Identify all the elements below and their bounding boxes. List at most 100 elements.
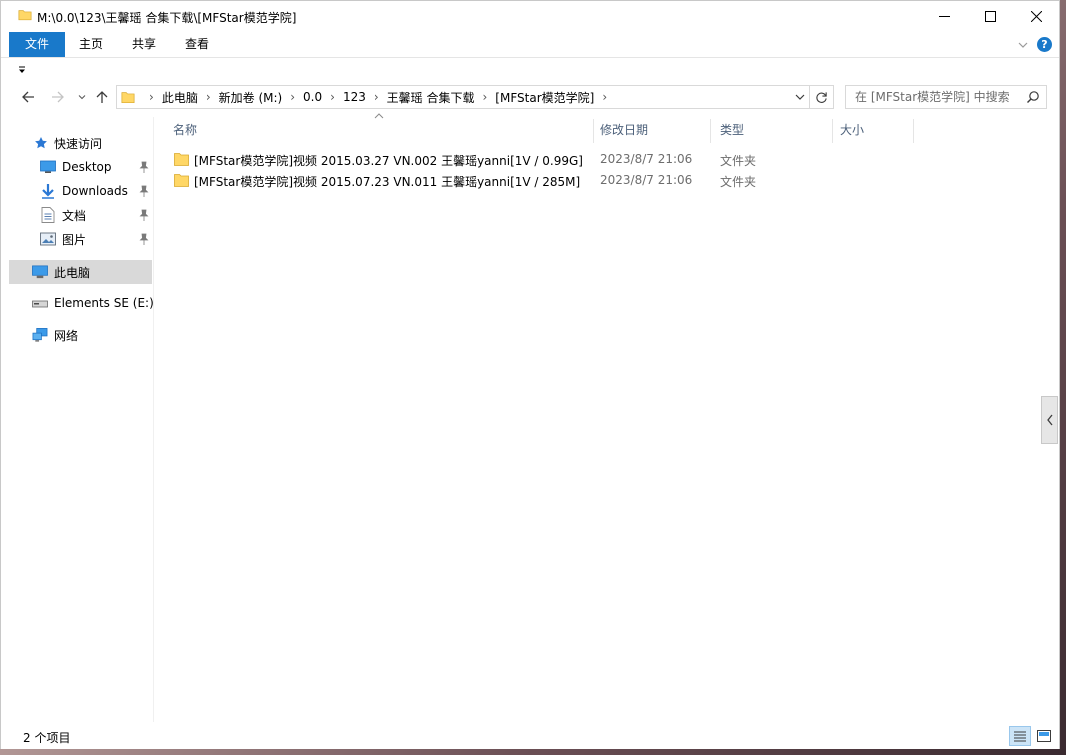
file-list: 名称 修改日期 类型 大小 [MFStar模范学院]视频 2015.03.27 … <box>155 111 1059 723</box>
file-type: 文件夹 <box>720 175 757 189</box>
folder-icon <box>121 92 135 104</box>
desktop-icon <box>40 159 56 175</box>
search-icon[interactable] <box>1026 90 1040 104</box>
details-view-button[interactable] <box>1009 726 1031 746</box>
star-icon <box>33 135 49 151</box>
close-button[interactable] <box>1013 1 1059 32</box>
maximize-button[interactable] <box>967 1 1013 32</box>
search-box[interactable] <box>845 85 1047 109</box>
help-button[interactable]: ? <box>1037 37 1052 52</box>
breadcrumb-separator[interactable]: › <box>198 90 219 104</box>
sidebar-item-drive[interactable]: Elements SE (E:) <box>9 291 154 315</box>
breadcrumb-separator[interactable]: › <box>322 90 343 104</box>
network-icon <box>32 327 48 343</box>
breadcrumb-folder-123[interactable]: 123 <box>343 90 366 104</box>
pin-icon[interactable] <box>139 161 149 173</box>
sidebar-item-documents[interactable]: 文档 <box>9 203 152 227</box>
column-header-date[interactable]: 修改日期 <box>591 119 711 143</box>
pictures-icon <box>40 231 56 247</box>
search-input[interactable] <box>855 86 1025 108</box>
navigation-pane: 快速访问 Desktop Downloads 文档 图片 此电脑 Element… <box>1 117 154 722</box>
navigation-bar: › 此电脑 › 新加卷 (M:) › 0.0 › 123 › 王馨瑶 合集下载 … <box>1 83 1059 111</box>
breadcrumb: › 此电脑 › 新加卷 (M:) › 0.0 › 123 › 王馨瑶 合集下载 … <box>141 86 615 108</box>
sidebar-item-label: 图片 <box>62 232 87 247</box>
breadcrumb-separator[interactable]: › <box>366 90 387 104</box>
breadcrumb-separator[interactable]: › <box>474 90 495 104</box>
file-date: 2023/8/7 21:06 <box>600 173 693 187</box>
sidebar-item-label: 快速访问 <box>54 136 103 151</box>
large-icons-view-button[interactable] <box>1033 726 1055 746</box>
address-bar[interactable]: › 此电脑 › 新加卷 (M:) › 0.0 › 123 › 王馨瑶 合集下载 … <box>116 85 834 109</box>
minimize-button[interactable] <box>921 1 967 32</box>
arrow-up-icon <box>96 91 108 103</box>
chevron-down-icon[interactable] <box>793 90 807 104</box>
file-name: [MFStar模范学院]视频 2015.03.27 VN.002 王馨瑶yann… <box>194 154 583 168</box>
downloads-icon <box>40 183 56 199</box>
breadcrumb-separator[interactable]: › <box>282 90 303 104</box>
minimize-icon <box>938 16 950 17</box>
breadcrumb-folder-collection[interactable]: 王馨瑶 合集下载 <box>387 89 475 106</box>
details-view-icon <box>1014 731 1026 742</box>
file-type: 文件夹 <box>720 154 757 168</box>
breadcrumb-folder-current[interactable]: [MFStar模范学院] <box>495 89 594 106</box>
table-row[interactable]: [MFStar模范学院]视频 2015.03.27 VN.002 王馨瑶yann… <box>167 149 907 170</box>
breadcrumb-folder-0-0[interactable]: 0.0 <box>303 90 322 104</box>
breadcrumb-drive[interactable]: 新加卷 (M:) <box>219 89 283 106</box>
explorer-window: M:\0.0\123\王馨瑶 合集下载\[MFStar模范学院] 文件 主页 共… <box>0 0 1060 749</box>
up-button[interactable] <box>92 87 112 107</box>
drive-icon <box>32 295 48 311</box>
customize-toolbar-icon[interactable] <box>17 65 27 75</box>
breadcrumb-separator[interactable]: › <box>594 90 615 104</box>
tab-home[interactable]: 主页 <box>71 32 111 57</box>
forward-button[interactable] <box>48 87 68 107</box>
item-count: 2 个项目 <box>23 731 71 745</box>
quick-access-toolbar <box>1 59 1059 81</box>
large-icons-view-icon <box>1037 730 1051 742</box>
breadcrumb-separator[interactable]: › <box>141 90 162 104</box>
sidebar-item-quick-access[interactable]: 快速访问 <box>9 131 152 155</box>
documents-icon <box>40 207 56 223</box>
tab-share[interactable]: 共享 <box>124 32 164 57</box>
pin-icon[interactable] <box>139 185 149 197</box>
sidebar-item-label: 网络 <box>54 328 79 343</box>
title-bar: M:\0.0\123\王馨瑶 合集下载\[MFStar模范学院] <box>1 1 1059 32</box>
sidebar-item-label: Downloads <box>62 184 128 198</box>
chevron-down-icon[interactable] <box>1017 39 1029 51</box>
arrow-right-icon <box>52 91 64 103</box>
refresh-button[interactable] <box>809 86 833 108</box>
tab-file[interactable]: 文件 <box>9 32 65 57</box>
sidebar-item-this-pc[interactable]: 此电脑 <box>9 260 152 284</box>
window-title: M:\0.0\123\王馨瑶 合集下载\[MFStar模范学院] <box>37 11 297 25</box>
file-name: [MFStar模范学院]视频 2015.07.23 VN.011 王馨瑶yann… <box>194 175 581 189</box>
chevron-down-icon <box>78 95 86 100</box>
arrow-left-icon <box>22 91 34 103</box>
breadcrumb-this-pc[interactable]: 此电脑 <box>162 89 198 106</box>
recent-locations-button[interactable] <box>72 87 92 107</box>
computer-icon <box>32 264 48 280</box>
pin-icon[interactable] <box>139 233 149 245</box>
close-icon <box>1030 11 1042 22</box>
tab-view[interactable]: 查看 <box>177 32 217 57</box>
sidebar-item-label: Elements SE (E:) <box>54 296 154 310</box>
status-bar: 2 个项目 <box>1 723 1059 749</box>
sidebar-item-label: 此电脑 <box>54 265 91 280</box>
file-date: 2023/8/7 21:06 <box>600 152 693 166</box>
column-header-type[interactable]: 类型 <box>711 119 833 143</box>
folder-icon <box>174 153 189 166</box>
sidebar-item-pictures[interactable]: 图片 <box>9 227 152 251</box>
table-row[interactable]: [MFStar模范学院]视频 2015.07.23 VN.011 王馨瑶yann… <box>167 170 907 191</box>
pin-icon[interactable] <box>139 209 149 221</box>
sidebar-item-downloads[interactable]: Downloads <box>9 179 152 203</box>
folder-icon <box>174 174 189 187</box>
refresh-icon <box>816 91 827 103</box>
chevron-left-icon <box>1046 414 1053 426</box>
sidebar-item-desktop[interactable]: Desktop <box>9 155 152 179</box>
column-header-size[interactable]: 大小 <box>831 119 914 143</box>
side-panel-toggle[interactable] <box>1041 396 1058 444</box>
maximize-icon <box>984 11 996 22</box>
back-button[interactable] <box>18 87 38 107</box>
sidebar-item-label: Desktop <box>62 160 112 174</box>
sidebar-item-network[interactable]: 网络 <box>9 323 152 347</box>
folder-icon <box>18 10 32 21</box>
column-header-name[interactable]: 名称 <box>164 119 594 143</box>
